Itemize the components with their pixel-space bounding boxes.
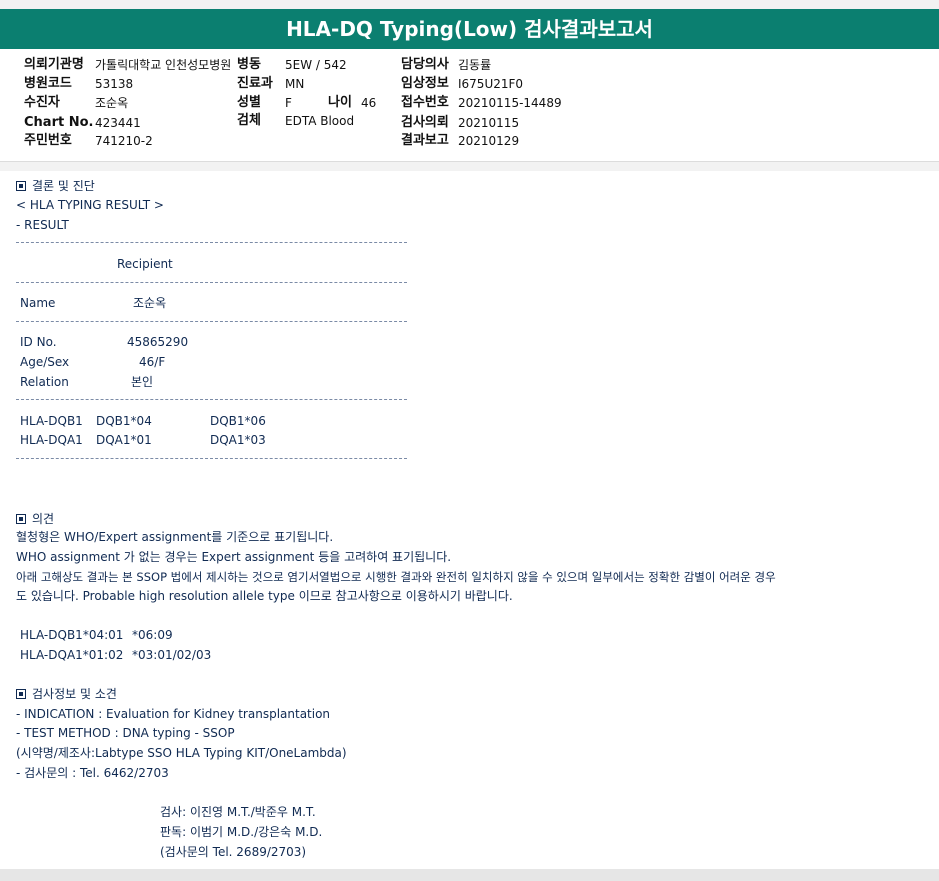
age-label: 나이 — [328, 95, 352, 110]
divider-line — [16, 321, 407, 322]
hospital-code-value: 53138 — [95, 77, 134, 91]
sex-value: F — [285, 96, 292, 110]
dqb1-allele-2: DQB1*06 — [210, 414, 266, 428]
doctor-label: 담당의사 — [401, 57, 449, 72]
opinion-line-4: 도 있습니다. Probable high resolution allele … — [16, 589, 513, 603]
tested-by-line: 검사: 이진영 M.T./박준우 M.T. — [160, 805, 316, 819]
agesex-value: 46/F — [139, 355, 166, 369]
dqb1-allele-1: DQB1*04 — [96, 414, 152, 428]
reagent-line: (시약명/제조사:Labtype SSO HLA Typing KIT/OneL… — [16, 746, 347, 760]
patient-value: 조순옥 — [95, 96, 129, 110]
report-title: HLA-DQ Typing(Low) 검사결과보고서 — [0, 9, 939, 49]
result-report-value: 20210129 — [458, 134, 520, 148]
resident-no-value: 741210-2 — [95, 134, 153, 148]
footer-strip — [0, 869, 939, 881]
dqa1-locus: HLA-DQA1 — [20, 433, 83, 447]
test-request-value: 20210115 — [458, 116, 520, 130]
dept-label: 진료과 — [237, 76, 273, 91]
recipient-label: Recipient — [117, 257, 173, 271]
section-testinfo-heading: 검사정보 및 소견 — [16, 685, 117, 703]
result-content: 결론 및 진단 < HLA TYPING RESULT > - RESULT R… — [0, 171, 939, 869]
section-opinion-heading: 의견 — [16, 510, 54, 528]
read-by-line: 판독: 이범기 M.D./강은숙 M.D. — [160, 825, 323, 839]
report-page: HLA-DQ Typing(Low) 검사결과보고서 의뢰기관명 가톨릭대학교 … — [0, 0, 939, 881]
chart-no-label: Chart No. — [24, 115, 94, 130]
clinical-info-label: 임상정보 — [401, 76, 449, 91]
name-label: Name — [20, 296, 56, 310]
name-value: 조순옥 — [133, 296, 167, 310]
indication-line: - INDICATION : Evaluation for Kidney tra… — [16, 707, 331, 721]
clinical-info-value: I675U21F0 — [458, 77, 524, 91]
receipt-no-value: 20210115-14489 — [458, 96, 562, 110]
section-testinfo-title: 검사정보 및 소견 — [32, 687, 117, 701]
specimen-value: EDTA Blood — [285, 114, 355, 128]
age-value: 46 — [361, 96, 377, 110]
highres-dqb1-locus: HLA-DQB1*04:01 — [20, 628, 124, 642]
hla-result-header: < HLA TYPING RESULT > — [16, 198, 164, 212]
test-request-label: 검사의뢰 — [401, 115, 449, 130]
inquiry2-line: (검사문의 Tel. 2689/2703) — [160, 845, 307, 859]
id-value: 45865290 — [127, 335, 189, 349]
result-report-label: 결과보고 — [401, 133, 449, 148]
divider-line — [16, 399, 407, 400]
ward-label: 병동 — [237, 57, 261, 72]
sex-label: 성별 — [237, 95, 261, 110]
ward-value: 5EW / 542 — [285, 58, 347, 72]
receipt-no-label: 접수번호 — [401, 95, 449, 110]
dept-value: MN — [285, 77, 305, 91]
agesex-label: Age/Sex — [20, 355, 70, 369]
highres-dqb1-alt: *06:09 — [132, 628, 173, 642]
dqa1-allele-2: DQA1*03 — [210, 433, 266, 447]
relation-label: Relation — [20, 375, 69, 389]
highres-dqa1-alt: *03:01/02/03 — [132, 648, 212, 662]
section-marker-icon — [16, 514, 26, 524]
dqa1-allele-1: DQA1*01 — [96, 433, 152, 447]
inquiry-line: - 검사문의 : Tel. 6462/2703 — [16, 766, 169, 780]
result-label: - RESULT — [16, 218, 69, 232]
section-marker-icon — [16, 689, 26, 699]
opinion-line-2: WHO assignment 가 없는 경우는 Expert assignmen… — [16, 550, 452, 564]
section-conclusion-heading: 결론 및 진단 — [16, 177, 95, 195]
divider-line — [16, 282, 407, 283]
method-line: - TEST METHOD : DNA typing - SSOP — [16, 726, 235, 740]
dqb1-locus: HLA-DQB1 — [20, 414, 83, 428]
section-opinion-title: 의견 — [32, 512, 55, 526]
highres-dqa1-locus: HLA-DQA1*01:02 — [20, 648, 124, 662]
divider-line — [16, 458, 407, 459]
patient-label: 수진자 — [24, 95, 60, 110]
patient-info-panel: 의뢰기관명 가톨릭대학교 인천성모병원 병원코드 53138 수진자 조순옥 C… — [0, 49, 939, 162]
opinion-line-3: 아래 고해상도 결과는 본 SSOP 법에서 제시하는 것으로 염기서열법으로 … — [16, 570, 776, 584]
specimen-label: 검체 — [237, 113, 261, 128]
section-conclusion-title: 결론 및 진단 — [32, 179, 95, 193]
section-marker-icon — [16, 181, 26, 191]
relation-value: 본인 — [131, 375, 154, 389]
chart-no-value: 423441 — [95, 116, 141, 130]
divider-line — [16, 242, 407, 243]
doctor-value: 김동률 — [458, 58, 492, 72]
requesting-org-label: 의뢰기관명 — [24, 57, 84, 72]
opinion-line-1: 혈청형은 WHO/Expert assignment를 기준으로 표기됩니다. — [16, 530, 334, 544]
resident-no-label: 주민번호 — [24, 133, 72, 148]
hospital-code-label: 병원코드 — [24, 76, 72, 91]
id-label: ID No. — [20, 335, 57, 349]
requesting-org-value: 가톨릭대학교 인천성모병원 — [95, 58, 232, 72]
